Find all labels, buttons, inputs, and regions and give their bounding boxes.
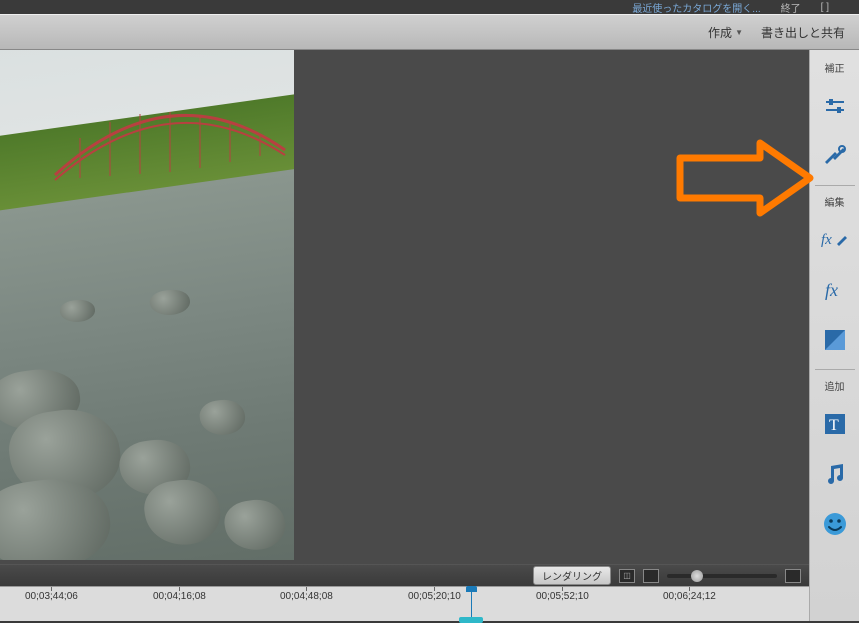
right-panel: 補正 編集 fx fx bbox=[809, 50, 859, 621]
timeline-tick: 00;06;24;12 bbox=[663, 591, 716, 602]
fullscreen-icon[interactable] bbox=[785, 569, 801, 583]
menu-bracket: [ ] bbox=[821, 2, 829, 13]
timeline[interactable]: 00;03;44;06 00;04;16;08 00;04;48;08 00;05;2… bbox=[0, 586, 809, 621]
timeline-tick: 00;03;44;06 bbox=[25, 591, 78, 602]
controls-bar: レンダリング ◫ bbox=[0, 564, 809, 586]
render-button[interactable]: レンダリング bbox=[533, 566, 611, 585]
music-note-icon bbox=[823, 462, 847, 486]
timeline-tick: 00;04;48;08 bbox=[280, 591, 333, 602]
fx-pencil-icon: fx bbox=[821, 228, 849, 252]
titles-button[interactable]: T bbox=[818, 407, 852, 441]
svg-text:fx: fx bbox=[821, 232, 832, 248]
snap-icon[interactable] bbox=[643, 569, 659, 583]
adjust-sliders-button[interactable] bbox=[818, 89, 852, 123]
arrow-annotation-icon bbox=[670, 138, 820, 228]
top-menubar: 最近使ったカタログを開く... 終了 [ ] bbox=[0, 0, 859, 14]
tools-button[interactable] bbox=[818, 139, 852, 173]
graphics-button[interactable] bbox=[818, 507, 852, 541]
preview-area: レンダリング ◫ 00;03;44;06 00;04;16;08 00;04;48;… bbox=[0, 50, 809, 621]
section-edit-label: 編集 bbox=[825, 194, 845, 209]
smiley-icon bbox=[822, 511, 848, 537]
menu-recent[interactable]: 最近使ったカタログを開く... bbox=[632, 0, 760, 15]
create-label: 作成 bbox=[708, 24, 732, 41]
safe-margins-icon[interactable]: ◫ bbox=[619, 569, 635, 583]
transition-icon bbox=[823, 328, 847, 352]
export-label: 書き出しと共有 bbox=[761, 24, 845, 41]
svg-text:T: T bbox=[829, 417, 839, 434]
fx-edit-button[interactable]: fx bbox=[818, 223, 852, 257]
text-icon: T bbox=[823, 412, 847, 436]
fx-button[interactable]: fx bbox=[818, 273, 852, 307]
chevron-down-icon: ▼ bbox=[735, 28, 743, 37]
fx-icon: fx bbox=[823, 278, 847, 302]
section-correction-label: 補正 bbox=[825, 60, 845, 75]
svg-text:fx: fx bbox=[825, 280, 838, 300]
timeline-tick: 00;05;52;10 bbox=[536, 591, 589, 602]
transitions-button[interactable] bbox=[818, 323, 852, 357]
zoom-slider[interactable] bbox=[667, 574, 777, 578]
video-preview[interactable] bbox=[0, 50, 294, 560]
tools-icon bbox=[823, 144, 847, 168]
playhead[interactable] bbox=[471, 587, 472, 621]
menu-quit[interactable]: 終了 bbox=[781, 0, 801, 15]
export-share-button[interactable]: 書き出しと共有 bbox=[761, 24, 845, 41]
sliders-icon bbox=[823, 94, 847, 118]
timeline-tick: 00;04;16;08 bbox=[153, 591, 206, 602]
timeline-tick: 00;05;20;10 bbox=[408, 591, 461, 602]
audio-button[interactable] bbox=[818, 457, 852, 491]
zoom-thumb[interactable] bbox=[691, 570, 703, 582]
create-button[interactable]: 作成 ▼ bbox=[708, 24, 743, 41]
toolbar: 作成 ▼ 書き出しと共有 bbox=[0, 14, 859, 50]
section-add-label: 追加 bbox=[825, 378, 845, 393]
